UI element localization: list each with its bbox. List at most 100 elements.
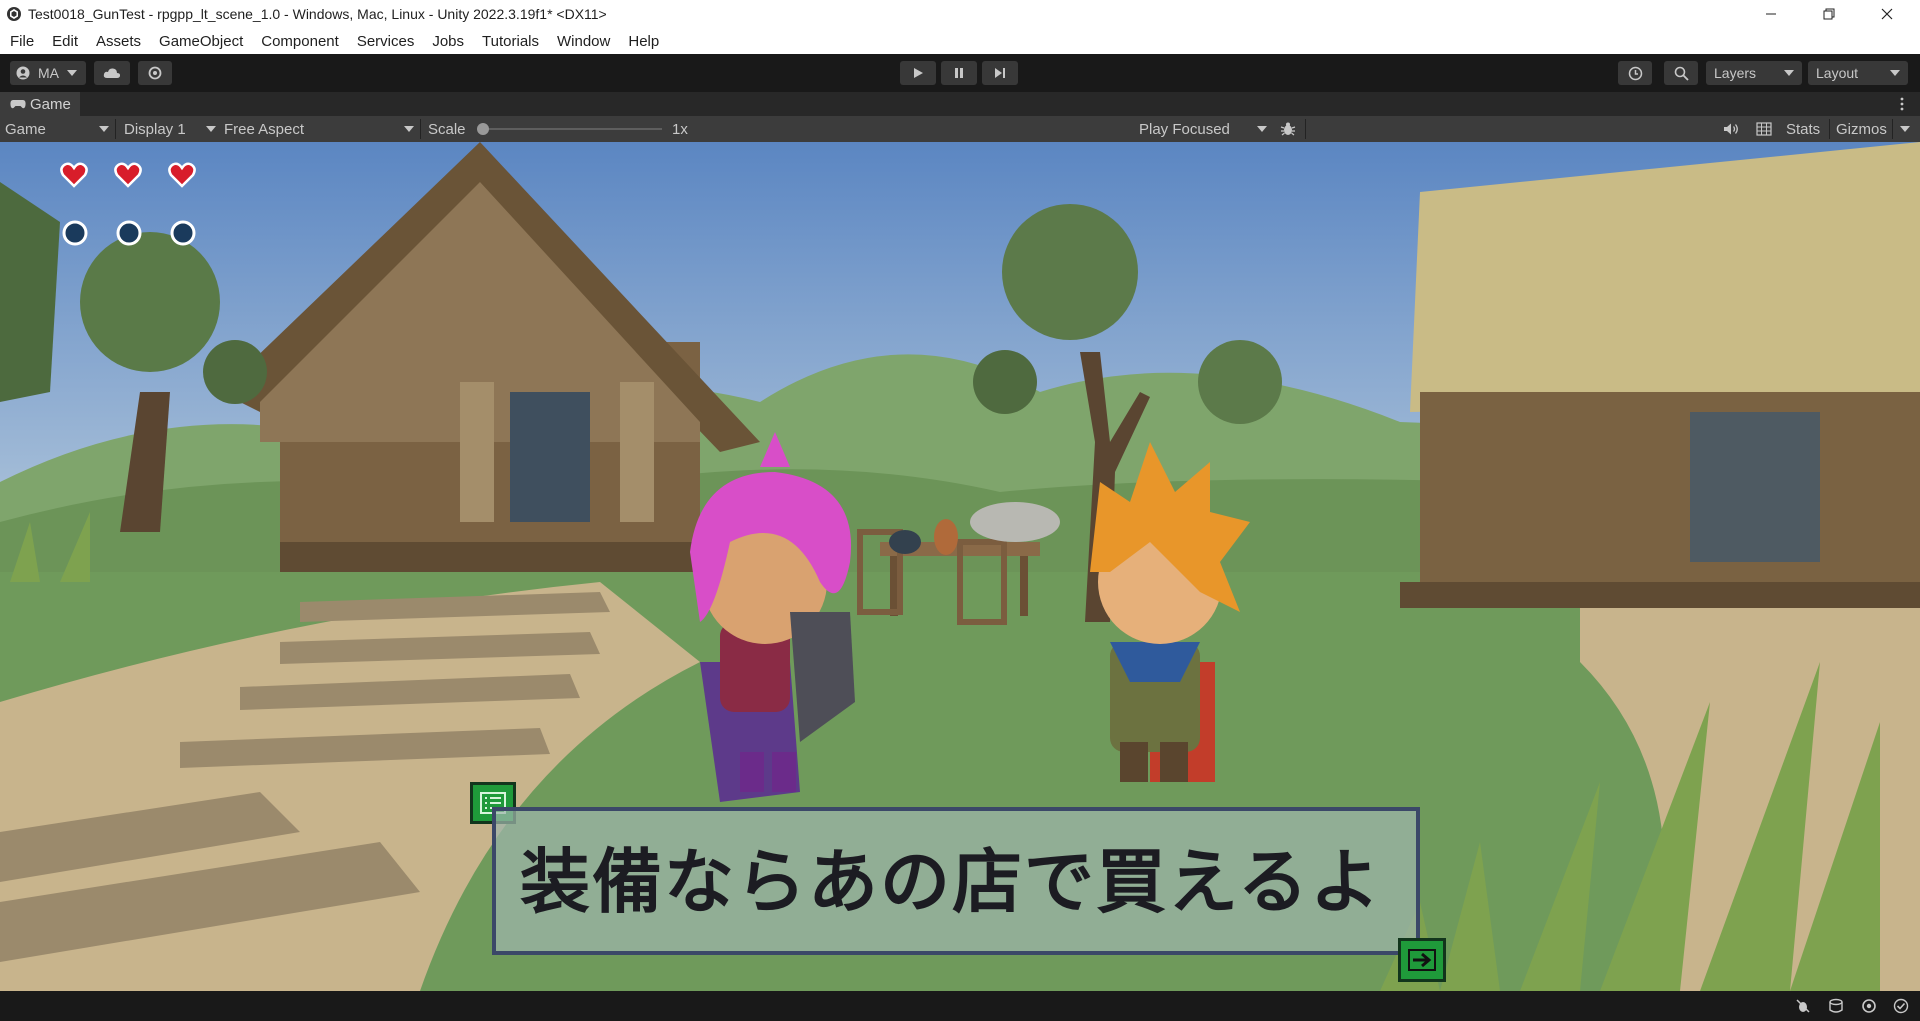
pause-icon	[955, 68, 963, 78]
close-icon	[1881, 8, 1893, 20]
game-view-toolbar: Game Display 1 Free Aspect Scale 1x Play…	[0, 116, 1920, 142]
tab-bar: Game	[0, 92, 1920, 116]
orb-icon	[62, 220, 88, 246]
collab-button[interactable]	[138, 61, 172, 85]
main-toolbar: MA Layers Layout	[0, 54, 1920, 92]
account-icon	[16, 66, 30, 80]
cloud-icon	[103, 68, 121, 78]
menu-edit[interactable]: Edit	[43, 33, 87, 50]
stats-button[interactable]: Stats	[1786, 116, 1820, 142]
menu-help[interactable]: Help	[619, 33, 668, 50]
menu-tutorials[interactable]: Tutorials	[473, 33, 548, 50]
divider	[1829, 119, 1830, 139]
check-circle-icon[interactable]	[1893, 998, 1909, 1014]
gizmos-button[interactable]: Gizmos	[1836, 116, 1887, 142]
menu-window[interactable]: Window	[548, 33, 619, 50]
layers-label: Layers	[1714, 65, 1757, 81]
scale-slider-track[interactable]	[480, 128, 662, 130]
menu-file[interactable]: File	[0, 33, 43, 50]
window-title: Test0018_GunTest - rpgpp_lt_scene_1.0 - …	[28, 6, 607, 22]
search-icon	[1674, 66, 1689, 81]
chevron-down-icon	[1257, 126, 1267, 132]
divider	[1892, 119, 1893, 139]
aspect-dropdown[interactable]: Free Aspect	[224, 116, 414, 142]
chevron-down-icon	[1784, 70, 1794, 76]
play-mode-label: Play Focused	[1139, 120, 1230, 138]
speaker-icon	[1724, 123, 1738, 135]
history-icon	[1628, 66, 1642, 80]
mana-orbs	[62, 220, 196, 246]
grid-button[interactable]	[1756, 116, 1772, 142]
dialog-box: 装備ならあの店で買えるよ	[492, 807, 1420, 955]
orb-icon	[170, 220, 196, 246]
chevron-down-icon	[67, 70, 77, 76]
menu-assets[interactable]: Assets	[87, 33, 150, 50]
step-icon	[995, 68, 1005, 78]
scale-value: 1x	[672, 120, 688, 138]
heart-icon	[168, 162, 196, 188]
scale-label: Scale	[428, 120, 466, 138]
wooden-hut-right	[1400, 142, 1920, 608]
account-dropdown[interactable]: MA	[10, 61, 86, 85]
status-bar	[0, 991, 1920, 1021]
bug-off-icon[interactable]	[1795, 998, 1811, 1014]
chevron-down-icon	[99, 126, 109, 132]
cloud-button[interactable]	[94, 61, 130, 85]
play-button[interactable]	[900, 61, 936, 85]
view-type-dropdown[interactable]: Game	[5, 116, 109, 142]
orb-icon	[116, 220, 142, 246]
tab-game-label: Game	[30, 95, 71, 113]
divider	[115, 119, 116, 139]
target-icon[interactable]	[1861, 998, 1877, 1014]
chevron-down-icon	[1890, 70, 1900, 76]
dialog-next-button[interactable]	[1398, 938, 1446, 982]
layout-dropdown[interactable]: Layout	[1808, 61, 1908, 85]
game-viewport[interactable]: 装備ならあの店で買えるよ	[0, 142, 1920, 991]
bug-icon	[1280, 122, 1296, 136]
display-dropdown[interactable]: Display 1	[124, 116, 216, 142]
dialog-text: 装備ならあの店で買えるよ	[520, 841, 1382, 923]
health-hearts	[60, 162, 196, 188]
step-button[interactable]	[982, 61, 1018, 85]
layers-dropdown[interactable]: Layers	[1706, 61, 1802, 85]
close-button[interactable]	[1864, 0, 1910, 28]
unity-icon	[7, 7, 21, 21]
account-label: MA	[38, 65, 59, 81]
window-titlebar: Test0018_GunTest - rpgpp_lt_scene_1.0 - …	[0, 0, 1920, 28]
gizmos-dropdown[interactable]	[1900, 116, 1910, 142]
restore-icon	[1823, 8, 1835, 20]
more-vertical-icon	[1900, 97, 1904, 111]
divider	[1305, 119, 1306, 139]
display-label: Display 1	[124, 120, 186, 138]
search-button[interactable]	[1664, 61, 1698, 85]
menu-jobs[interactable]: Jobs	[423, 33, 473, 50]
pause-button[interactable]	[941, 61, 977, 85]
divider	[420, 119, 421, 139]
play-mode-dropdown[interactable]: Play Focused	[1139, 116, 1267, 142]
aspect-label: Free Aspect	[224, 120, 305, 138]
view-type-label: Game	[5, 120, 46, 138]
minimize-icon	[1766, 13, 1776, 15]
menu-gameobject[interactable]: GameObject	[150, 33, 252, 50]
heart-icon	[60, 162, 88, 188]
menu-component[interactable]: Component	[252, 33, 348, 50]
debug-button[interactable]	[1280, 116, 1296, 142]
tab-game[interactable]: Game	[0, 92, 80, 116]
mute-audio-button[interactable]	[1723, 116, 1739, 142]
heart-icon	[114, 162, 142, 188]
arrow-right-icon	[1408, 949, 1436, 971]
play-icon	[914, 68, 923, 78]
grid-icon	[1756, 122, 1772, 136]
scale-slider-thumb[interactable]	[477, 123, 489, 135]
gear-icon	[148, 66, 162, 80]
layout-label: Layout	[1816, 65, 1859, 81]
restore-button[interactable]	[1806, 0, 1852, 28]
minimize-button[interactable]	[1748, 0, 1794, 28]
menu-bar: File Edit Assets GameObject Component Se…	[0, 28, 1920, 54]
chevron-down-icon	[206, 126, 216, 132]
cache-icon[interactable]	[1828, 998, 1844, 1014]
undo-history-button[interactable]	[1618, 61, 1652, 85]
menu-services[interactable]: Services	[348, 33, 424, 50]
chevron-down-icon	[404, 126, 414, 132]
tab-menu-button[interactable]	[1896, 96, 1908, 112]
